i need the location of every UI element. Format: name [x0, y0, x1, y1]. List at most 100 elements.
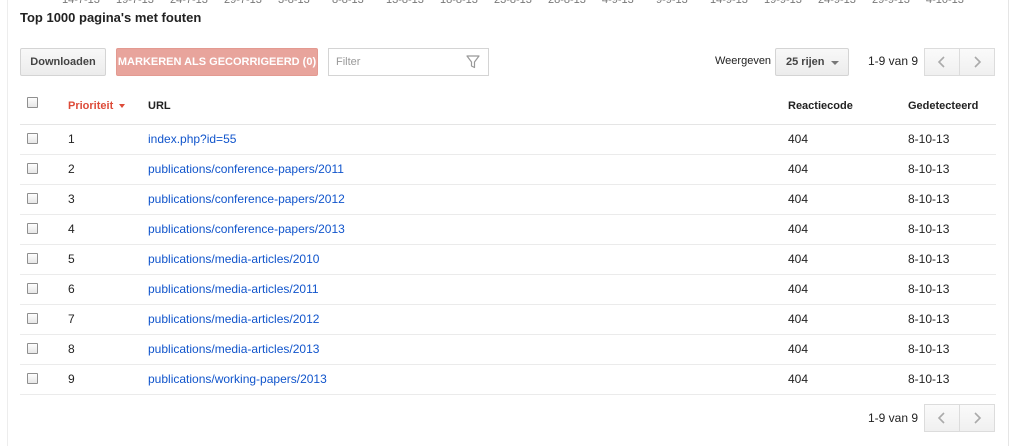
table-row[interactable]: 6 publications/media-articles/2011 404 8-10… — [20, 275, 996, 305]
axis-date-label: 19-9-13 — [764, 0, 802, 6]
response-code-cell: 404 — [788, 342, 809, 356]
row-checkbox[interactable] — [27, 313, 38, 324]
axis-date-label: 4-10-13 — [926, 0, 964, 6]
response-code-cell: 404 — [788, 372, 809, 386]
detected-date-cell: 8-10-13 — [908, 162, 950, 176]
url-link[interactable]: publications/conference-papers/2013 — [148, 222, 345, 236]
row-checkbox[interactable] — [27, 253, 38, 264]
detected-date-cell: 8-10-13 — [908, 222, 950, 236]
chevron-down-icon — [831, 61, 839, 65]
priority-cell: 3 — [68, 192, 75, 206]
table-row[interactable]: 2 publications/conference-papers/2011 404 8… — [20, 155, 996, 185]
priority-cell: 6 — [68, 282, 75, 296]
response-code-cell: 404 — [788, 162, 809, 176]
table-header-row: Prioriteit URL Reactiecode Gedetecteerd — [20, 90, 996, 125]
chevron-right-icon — [974, 56, 982, 68]
bottom-pagination: 1-9 van 9 — [20, 404, 996, 434]
previous-page-button[interactable] — [924, 48, 960, 76]
response-code-cell: 404 — [788, 132, 809, 146]
response-code-cell: 404 — [788, 252, 809, 266]
column-header-detected[interactable]: Gedetecteerd — [908, 100, 978, 112]
response-code-cell: 404 — [788, 192, 809, 206]
axis-date-label: 29-7-13 — [224, 0, 262, 6]
url-link[interactable]: publications/conference-papers/2011 — [148, 162, 344, 176]
row-checkbox[interactable] — [27, 163, 38, 174]
axis-date-label: 19-7-13 — [116, 0, 154, 6]
table-row[interactable]: 1 index.php?id=55 404 8-10-13 — [20, 125, 996, 155]
detected-date-cell: 8-10-13 — [908, 282, 950, 296]
axis-date-label: 14-7-13 — [62, 0, 100, 6]
priority-cell: 9 — [68, 372, 75, 386]
priority-cell: 5 — [68, 252, 75, 266]
axis-date-label: 24-9-13 — [818, 0, 856, 6]
chevron-left-icon — [937, 56, 945, 68]
axis-date-label: 8-8-13 — [332, 0, 364, 6]
rows-per-page-value: 25 rijen — [786, 56, 825, 68]
axis-date-label: 23-8-13 — [494, 0, 532, 6]
errors-table: Prioriteit URL Reactiecode Gedetecteerd … — [20, 90, 996, 395]
filter-funnel-icon[interactable] — [466, 55, 480, 69]
rows-per-page-select[interactable]: 25 rijen — [775, 48, 849, 76]
table-body: 1 index.php?id=55 404 8-10-13 2 publications/… — [20, 125, 996, 395]
panel-left-border — [7, 0, 8, 446]
priority-cell: 1 — [68, 132, 75, 146]
axis-date-label: 24-7-13 — [170, 0, 208, 6]
url-link[interactable]: index.php?id=55 — [148, 132, 236, 146]
detected-date-cell: 8-10-13 — [908, 342, 950, 356]
axis-date-label: 4-9-13 — [602, 0, 634, 6]
table-row[interactable]: 8 publications/media-articles/2013 404 8-10… — [20, 335, 996, 365]
pager-range-bottom: 1-9 van 9 — [868, 411, 919, 425]
pager-range-top: 1-9 van 9 — [868, 54, 919, 68]
row-checkbox[interactable] — [27, 283, 38, 294]
axis-date-label: 14-9-13 — [710, 0, 748, 6]
table-row[interactable]: 3 publications/conference-papers/2012 404 8… — [20, 185, 996, 215]
row-checkbox[interactable] — [27, 193, 38, 204]
priority-cell: 7 — [68, 312, 75, 326]
download-button[interactable]: Downloaden — [20, 48, 106, 76]
response-code-cell: 404 — [788, 222, 809, 236]
axis-date-label: 9-9-13 — [656, 0, 688, 6]
row-checkbox[interactable] — [27, 343, 38, 354]
detected-date-cell: 8-10-13 — [908, 312, 950, 326]
column-header-url[interactable]: URL — [148, 100, 171, 112]
section-title: Top 1000 pagina's met fouten — [20, 10, 202, 25]
rows-per-page-label: Weergeven — [715, 55, 772, 67]
response-code-cell: 404 — [788, 312, 809, 326]
next-page-button[interactable] — [959, 404, 995, 432]
axis-date-label: 13-8-13 — [386, 0, 424, 6]
table-row[interactable]: 9 publications/working-papers/2013 404 8-10… — [20, 365, 996, 395]
column-header-response-code[interactable]: Reactiecode — [788, 100, 853, 112]
mark-as-fixed-button[interactable]: MARKEREN ALS GECORRIGEERD (0) — [116, 48, 318, 76]
filter-field[interactable] — [328, 48, 489, 76]
url-link[interactable]: publications/media-articles/2010 — [148, 252, 319, 266]
row-checkbox[interactable] — [27, 373, 38, 384]
priority-cell: 4 — [68, 222, 75, 236]
detected-date-cell: 8-10-13 — [908, 252, 950, 266]
previous-page-button[interactable] — [924, 404, 960, 432]
axis-date-label: 3-8-13 — [278, 0, 310, 6]
select-all-checkbox[interactable] — [27, 97, 38, 108]
next-page-button[interactable] — [959, 48, 995, 76]
filter-input[interactable] — [334, 55, 458, 69]
row-checkbox[interactable] — [27, 133, 38, 144]
priority-cell: 2 — [68, 162, 75, 176]
url-link[interactable]: publications/working-papers/2013 — [148, 372, 327, 386]
table-row[interactable]: 7 publications/media-articles/2012 404 8-10… — [20, 305, 996, 335]
table-row[interactable]: 5 publications/media-articles/2010 404 8-10… — [20, 245, 996, 275]
detected-date-cell: 8-10-13 — [908, 132, 950, 146]
table-row[interactable]: 4 publications/conference-papers/2013 404 8… — [20, 215, 996, 245]
column-header-priority[interactable]: Prioriteit — [68, 100, 126, 112]
table-toolbar: Downloaden MARKEREN ALS GECORRIGEERD (0)… — [20, 48, 996, 78]
axis-date-label: 28-8-13 — [548, 0, 586, 6]
url-link[interactable]: publications/media-articles/2011 — [148, 282, 319, 296]
priority-cell: 8 — [68, 342, 75, 356]
url-link[interactable]: publications/conference-papers/2012 — [148, 192, 345, 206]
response-code-cell: 404 — [788, 282, 809, 296]
detected-date-cell: 8-10-13 — [908, 192, 950, 206]
url-link[interactable]: publications/media-articles/2013 — [148, 342, 319, 356]
url-link[interactable]: publications/media-articles/2012 — [148, 312, 319, 326]
chevron-right-icon — [974, 412, 982, 424]
row-checkbox[interactable] — [27, 223, 38, 234]
axis-date-label: 18-8-13 — [440, 0, 478, 6]
chevron-left-icon — [937, 412, 945, 424]
